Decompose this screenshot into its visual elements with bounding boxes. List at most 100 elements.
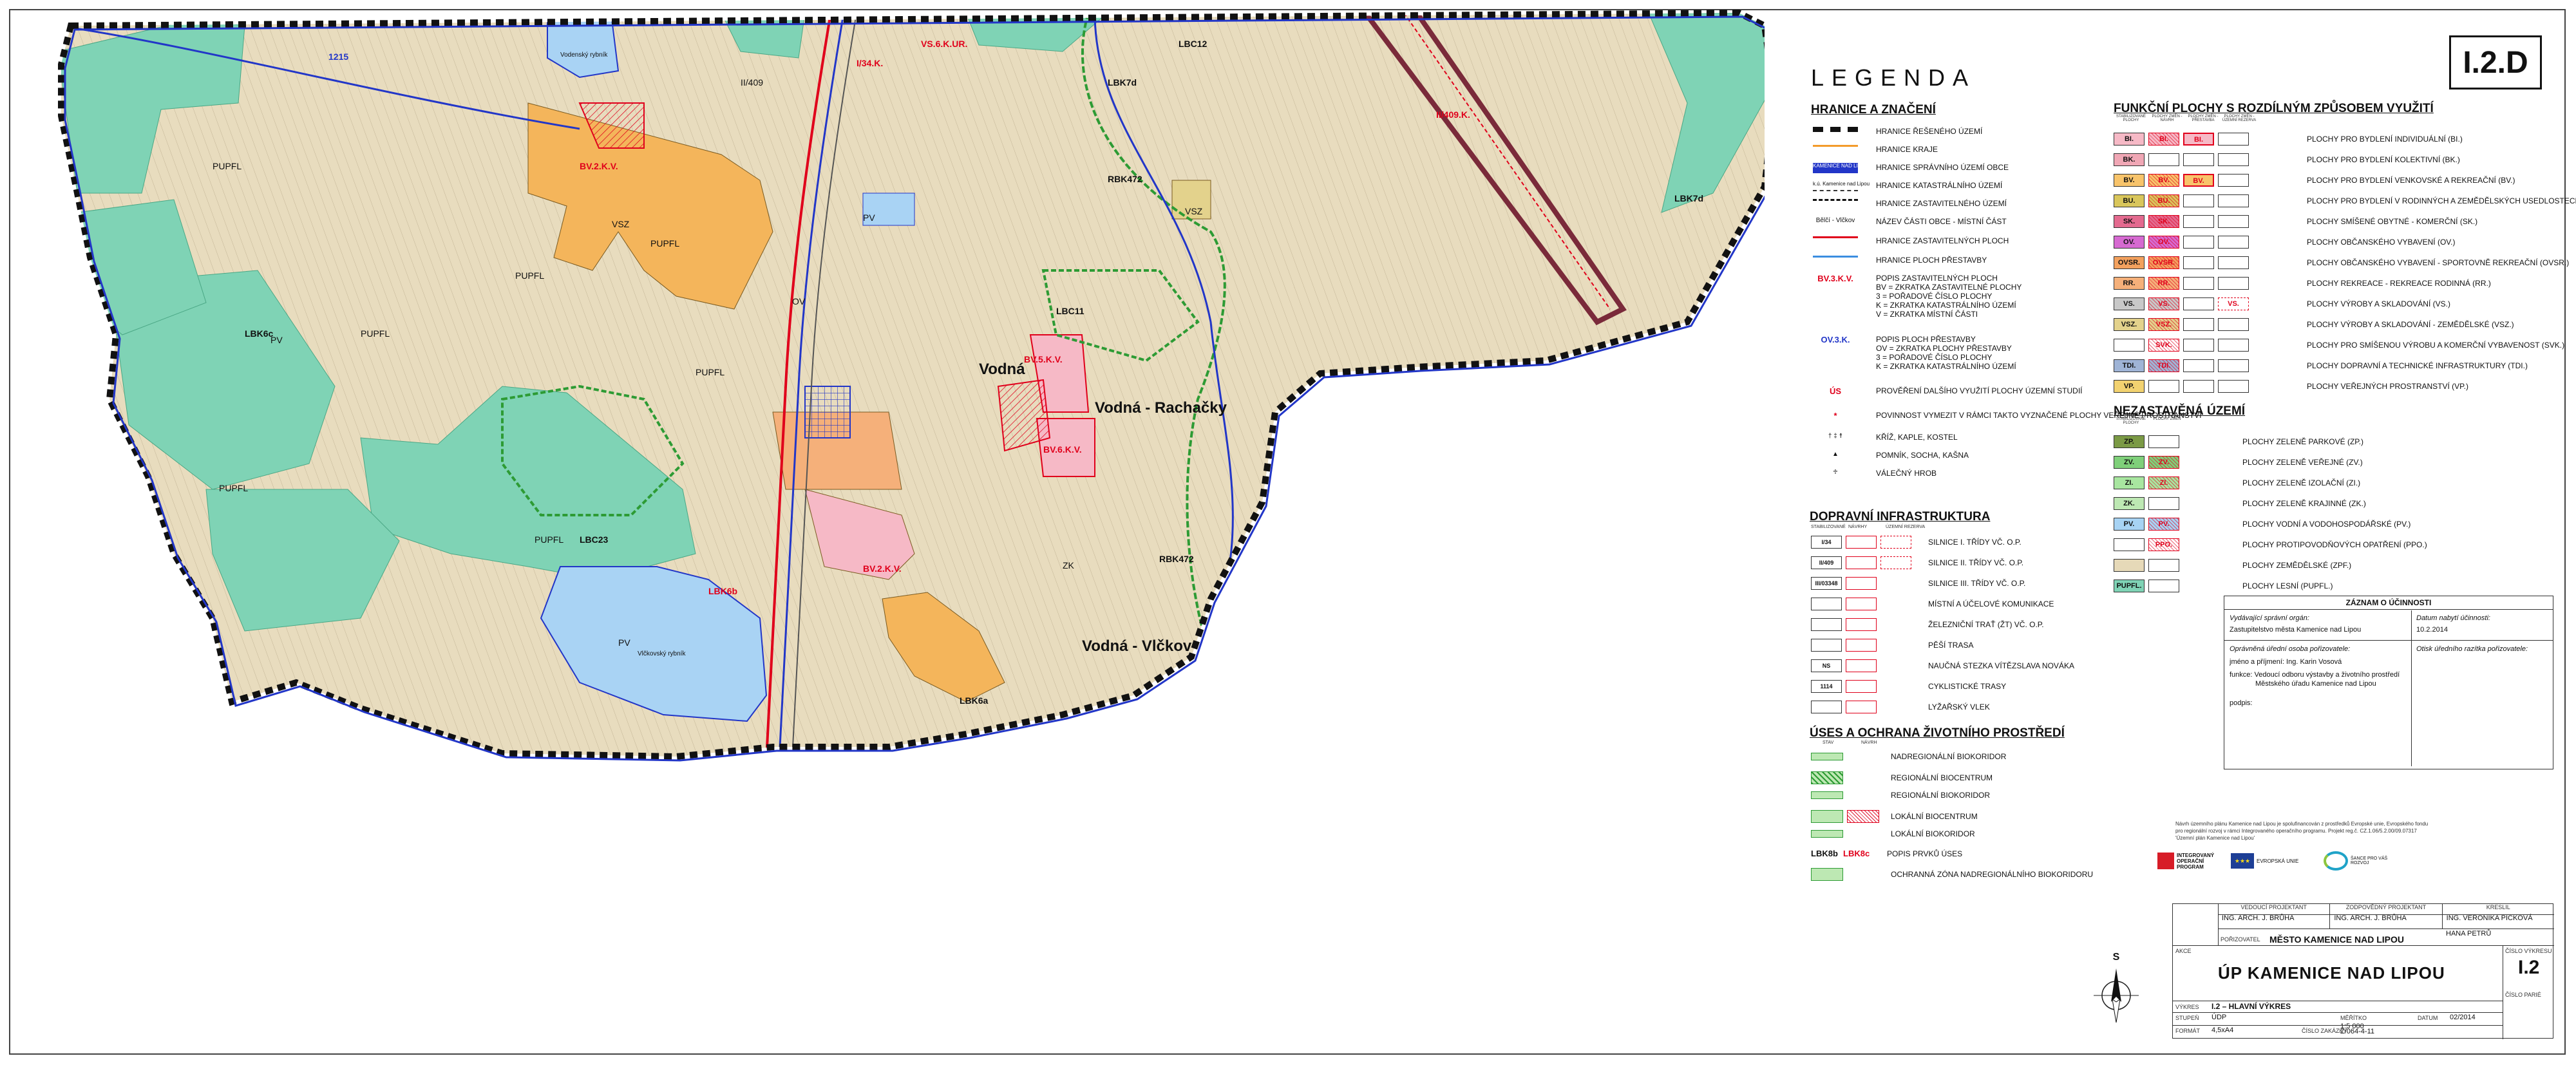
iop-logo: INTEGROVANÝ OPERAČNÍ PROGRAM <box>2157 853 2222 870</box>
map-label: PUPFL <box>361 328 390 339</box>
functional-swatch: SK. <box>2114 215 2145 228</box>
text-symbol: Bělčí - Vlčkov <box>1815 217 1855 224</box>
grave-symbol: ♱ <box>1833 469 1838 476</box>
unbuilt-legend-label: PLOCHY ZELENĚ VEŘEJNÉ (ZV.) <box>2242 458 2363 467</box>
functional-legend-row: TDI. TDI. PLOCHY DOPRAVNÍ A TECHNICKÉ INFR… <box>2114 359 2528 372</box>
transport-symbol-existing <box>1811 618 1842 631</box>
boundary-legend-label: HRANICE ŘEŠENÉHO ÚZEMÍ <box>1876 127 1983 136</box>
boundary-legend-row: ▲ POMNÍK, SOCHA, KAŠNA <box>1813 451 1969 461</box>
boundary-legend-note: V = ZKRATKA MÍSTNÍ ČÁSTI <box>1876 310 1978 319</box>
effective-date-label: Datum nabytí účinnosti: <box>2416 614 2490 622</box>
signature-label: podpis: <box>2230 699 2253 707</box>
transport-legend-label: PĚŠÍ TRASA <box>1928 641 1974 650</box>
functional-legend-label: PLOCHY PRO BYDLENÍ VENKOVSKÉ A REKREAČNÍ… <box>2307 176 2515 185</box>
map-label: Vlčkovský rybník <box>638 650 686 657</box>
boundary-legend-row: BV.3.K.V. POPIS ZASTAVITELNÝCH PLOCH BV = … <box>1813 274 2022 319</box>
boundary-legend-row: OV.3.K. POPIS PLOCH PŘESTAVBY OV = ZKRATKA… <box>1813 335 2016 371</box>
functional-swatch: BK. <box>2114 153 2145 166</box>
boundary-legend-label: HRANICE PLOCH PŘESTAVBY <box>1876 256 1987 265</box>
functional-swatch <box>2183 194 2214 207</box>
chance-logo: ŠANCE PRO VÁŠ ROZVOJ <box>2324 851 2389 871</box>
unbuilt-swatch: PUPFL. <box>2114 580 2145 592</box>
transport-symbol-proposed <box>1846 618 1877 631</box>
boundary-legend-label: POPIS PLOCH PŘESTAVBY OV = ZKRATKA PLOCHY… <box>1876 335 2016 371</box>
map-label: PUPFL <box>535 534 564 545</box>
compass-icon <box>2094 968 2139 1023</box>
responsible-designer: ING. ARCH. J. BRŮHA <box>2330 914 2443 928</box>
boundary-legend-note: K = ZKRATKA KATASTRÁLNÍHO ÚZEMÍ <box>1876 362 2016 371</box>
eu-logo: ★★★ EVROPSKÁ UNIE <box>2231 853 2315 869</box>
boundary-legend-row: HRANICE ZASTAVITELNÝCH PLOCH <box>1813 236 2009 245</box>
environment-legend-label: NADREGIONÁLNÍ BIOKORIDOR <box>1891 752 2007 761</box>
unbuilt-header: PLOCHY ZMĚN <box>2153 417 2181 421</box>
boundary-legend-row: KAMENICE NAD LIPOU HRANICE SPRÁVNÍHO ÚZEM… <box>1813 163 2009 173</box>
map-label: PUPFL <box>650 238 680 249</box>
map-label: LBK7d <box>1674 193 1704 203</box>
transport-symbol-proposed <box>1846 659 1877 672</box>
monument-symbol: ▲ <box>1832 451 1839 458</box>
transport-symbol-proposed <box>1846 556 1877 569</box>
transport-symbol-proposed <box>1846 536 1877 549</box>
boundary-legend-label: HRANICE KATASTRÁLNÍHO ÚZEMÍ <box>1876 181 2003 190</box>
project-title: ÚP KAMENICE NAD LIPOU <box>2218 963 2445 983</box>
functional-legend-label: PLOCHY PRO BYDLENÍ INDIVIDUÁLNÍ (BI.) <box>2307 135 2463 144</box>
map-label: PV <box>863 212 875 223</box>
functional-swatch: VSZ. <box>2114 318 2145 331</box>
environment-legend-label: REGIONÁLNÍ BIOKORIDOR <box>1891 791 1991 800</box>
functional-header: PLOCHY ZMĚN - PŘESTAVBA <box>2188 115 2219 122</box>
boundary-legend-label: HRANICE KRAJE <box>1876 145 1938 154</box>
environment-symbol-state <box>1811 810 1843 823</box>
functional-swatch <box>2183 297 2214 310</box>
dash-thick-symbol <box>1813 127 1858 132</box>
transport-legend-row: LYŽAŘSKÝ VLEK <box>1811 701 1990 713</box>
functional-swatch <box>2148 153 2179 166</box>
transport-legend-row: 1114 CYKLISTICKÉ TRASY <box>1811 680 2006 693</box>
boundary-legend-label: NÁZEV ČÁSTI OBCE - MÍSTNÍ ČÁST <box>1876 217 2007 226</box>
logo-row: INTEGROVANÝ OPERAČNÍ PROGRAM ★★★ EVROPSK… <box>2157 851 2389 871</box>
functional-swatch <box>2218 133 2249 146</box>
functional-legend-row: VP. PLOCHY VEŘEJNÝCH PROSTRANSTVÍ (VP.) <box>2114 380 2468 393</box>
unbuilt-legend-label: PLOCHY VODNÍ A VODOHOSPODÁŘSKÉ (PV.) <box>2242 520 2411 529</box>
map-label: PUPFL <box>696 367 725 377</box>
unbuilt-header: STABILIZOVANÉ PLOCHY <box>2116 417 2146 425</box>
environment-symbol-proposal <box>1847 810 1879 823</box>
boundary-legend-label: HRANICE SPRÁVNÍHO ÚZEMÍ OBCE <box>1876 163 2009 172</box>
functional-legend-row: VSZ. VSZ. PLOCHY VÝROBY A SKLADOVÁNÍ - ZEM… <box>2114 318 2514 331</box>
boundary-legend-note: K = ZKRATKA KATASTRÁLNÍHO ÚZEMÍ <box>1876 301 2016 310</box>
functional-swatch <box>2218 256 2249 269</box>
transport-symbol-reserve <box>1880 556 1911 569</box>
functional-legend-label: PLOCHY REKREACE - REKREACE RODINNÁ (RR.) <box>2307 279 2491 288</box>
functional-swatch <box>2218 359 2249 372</box>
unbuilt-swatch <box>2148 559 2179 572</box>
functional-swatch: BU. <box>2148 194 2179 207</box>
functional-legend-label: PLOCHY PRO BYDLENÍ V RODINNÝCH A ZEMĚDĚL… <box>2307 196 2576 205</box>
north-arrow: S <box>2090 952 2142 1029</box>
unbuilt-swatch: PPO. <box>2148 538 2179 551</box>
environment-legend-row: REGIONÁLNÍ BIOKORIDOR <box>1811 791 1990 800</box>
map-label: VS.6.K.UR. <box>921 39 968 49</box>
unbuilt-legend-row: PUPFL. PLOCHY LESNÍ (PUPFL.) <box>2114 580 2333 592</box>
functional-legend-row: RR. RR. PLOCHY REKREACE - REKREACE RODINNÁ… <box>2114 277 2491 290</box>
unbuilt-legend-row: ZK. PLOCHY ZELENĚ KRAJINNÉ (ZK.) <box>2114 497 2366 510</box>
environment-legend-label: LOKÁLNÍ BIOCENTRUM <box>1891 812 1978 821</box>
unbuilt-legend-row: PLOCHY ZEMĚDĚLSKÉ (ZPF.) <box>2114 559 2351 572</box>
environment-legend-label: LOKÁLNÍ BIOKORIDOR <box>1891 829 1975 838</box>
functional-swatch <box>2218 174 2249 187</box>
map-label: II/409.K. <box>1436 109 1470 120</box>
unbuilt-legend-row: PV. PV. PLOCHY VODNÍ A VODOHOSPODÁŘSKÉ (PV… <box>2114 518 2410 531</box>
map-label: LBC23 <box>580 534 609 545</box>
functional-swatch <box>2183 277 2214 290</box>
land-use-map[interactable] <box>0 0 1765 773</box>
functional-legend-label: PLOCHY OBČANSKÉHO VYBAVENÍ (OV.) <box>2307 238 2456 247</box>
transport-legend-label: MÍSTNÍ A ÚČELOVÉ KOMUNIKACE <box>1928 599 2054 608</box>
functional-header: PLOCHY ZMĚN - ÚZEMNÍ REZERVA <box>2222 115 2257 122</box>
unbuilt-swatch: PV. <box>2148 518 2179 531</box>
map-label: PV <box>618 637 630 648</box>
map-label: OV <box>792 296 806 306</box>
transport-legend-label: SILNICE II. TŘÍDY VČ. O.P. <box>1928 558 2024 567</box>
transport-symbol-existing <box>1811 598 1842 610</box>
unbuilt-swatch: ZK. <box>2114 497 2145 510</box>
unbuilt-legend-label: PLOCHY PROTIPOVODŇOVÝCH OPATŘENÍ (PPO.) <box>2242 540 2427 549</box>
red-us-symbol: ÚS <box>1829 386 1842 396</box>
functional-swatch <box>2218 215 2249 228</box>
